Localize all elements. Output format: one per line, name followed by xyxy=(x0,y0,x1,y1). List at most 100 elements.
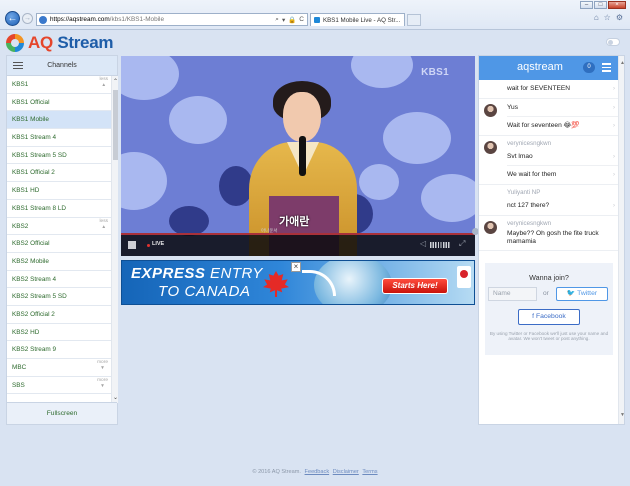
site-identity-icon xyxy=(39,15,47,24)
channel-item[interactable]: KBS2 Stream 4 xyxy=(7,271,111,289)
live-dot-icon xyxy=(147,244,150,247)
browser-tab[interactable]: KBS1 Mobile Live - AQ Str... × xyxy=(310,13,405,26)
ad-close-icon[interactable]: × xyxy=(291,262,301,272)
dropdown-icon[interactable]: ▾ xyxy=(282,16,285,24)
channel-item[interactable]: KBS1 Official 2 xyxy=(7,164,111,183)
chat-message: verynicesngkwn Maybe?? Oh gosh the fite t… xyxy=(479,216,618,251)
copyright: © 2016 AQ Stream. xyxy=(252,469,301,475)
channels-header: Channels xyxy=(7,56,117,76)
ad-headline-rest: ENTRY xyxy=(205,265,263,282)
chevron-right-icon[interactable]: › xyxy=(613,148,615,165)
channel-label: KBS2 Mobile xyxy=(12,257,49,265)
footer-link-terms[interactable]: Terms xyxy=(362,469,377,475)
facebook-login-button[interactable]: f Facebook xyxy=(518,309,580,325)
scroll-down-icon[interactable]: ⌄ xyxy=(112,394,119,401)
chat-message-text: Maybe?? Oh gosh the fite truck mamamia xyxy=(507,230,599,245)
channel-item[interactable]: KBS1 Mobile xyxy=(7,111,111,130)
scroll-up-icon[interactable]: ⌃ xyxy=(112,78,119,85)
channel-group[interactable]: MBC more ▼ xyxy=(7,359,111,377)
chat-username[interactable]: verynicesngkwn xyxy=(507,216,618,228)
presenter-face xyxy=(283,92,321,142)
video-player[interactable]: KBS1 가애란 아나운서 LIVE ◁ ⤢ xyxy=(121,56,475,256)
scroll-thumb[interactable] xyxy=(113,90,118,160)
channel-item[interactable]: KBS2 Stream 5 SD xyxy=(7,288,111,306)
channel-list-scrollbar[interactable]: ⌃ ⌄ xyxy=(111,76,118,403)
channel-group[interactable]: SBS more ▼ xyxy=(7,376,111,395)
group-toggle-arrow-icon: ▼ xyxy=(100,366,105,371)
avatar[interactable] xyxy=(484,141,497,154)
refresh-icon[interactable]: C xyxy=(299,16,304,24)
address-bar[interactable]: https://aqstream.com/kbs1/KBS1-Mobile ⌕ … xyxy=(36,13,308,26)
back-button[interactable]: ← xyxy=(5,11,20,26)
home-icon[interactable]: ⌂ xyxy=(594,13,599,22)
light-toggle[interactable] xyxy=(606,38,620,46)
minimize-button[interactable]: – xyxy=(580,1,593,9)
chevron-right-icon[interactable]: › xyxy=(613,166,615,184)
channel-label: KBS1 Official xyxy=(12,98,50,106)
chat-line-text: Wait for seventeen 😂💯 xyxy=(507,122,580,129)
join-title: Wanna join? xyxy=(529,273,569,282)
volume-slider[interactable] xyxy=(430,242,450,248)
channel-item[interactable]: KBS2 Mobile xyxy=(7,253,111,271)
channel-item[interactable]: KBS1 Stream 8 LD xyxy=(7,200,111,218)
ad-cta-button[interactable]: Starts Here! xyxy=(382,278,448,294)
channel-item[interactable]: KBS2 Stream 9 xyxy=(7,341,111,359)
channel-group[interactable]: KBS2 less ▲ xyxy=(7,217,111,236)
menu-icon[interactable] xyxy=(13,62,23,69)
group-toggle[interactable]: less ▲ xyxy=(99,219,108,231)
group-toggle[interactable]: less ▲ xyxy=(99,77,108,89)
channel-item[interactable]: KBS1 HD xyxy=(7,182,111,200)
chat-scrollbar[interactable]: ▲ ▼ xyxy=(618,56,624,424)
address-url: https://aqstream.com/kbs1/KBS1-Mobile xyxy=(50,16,164,23)
channel-item[interactable]: KBS1 Stream 5 SD xyxy=(7,147,111,165)
search-icon[interactable]: ⌕ xyxy=(275,16,279,24)
tab-title: KBS1 Mobile Live - AQ Str... xyxy=(323,16,401,24)
fullscreen-icon[interactable]: ⤢ xyxy=(459,239,465,249)
footer-link-feedback[interactable]: Feedback xyxy=(305,469,330,475)
channel-group[interactable]: KBS1 less ▲ xyxy=(7,76,111,94)
channel-item[interactable]: KBS2 Official xyxy=(7,235,111,253)
tab-close-icon[interactable]: × xyxy=(400,17,404,24)
channel-item[interactable]: KBS2 Official 2 xyxy=(7,306,111,324)
chat-username[interactable]: verynicesngkwn xyxy=(507,136,618,148)
new-tab-button[interactable] xyxy=(407,14,421,26)
twitter-login-button[interactable]: 🐦 Twitter xyxy=(556,287,608,301)
lock-icon[interactable]: 🔒 xyxy=(288,16,296,24)
stop-icon[interactable] xyxy=(128,241,136,249)
microphone xyxy=(299,136,306,176)
chat-menu-icon[interactable] xyxy=(602,63,611,72)
logo-aq: AQ xyxy=(28,33,53,52)
chat-scroll-down-icon[interactable]: ▼ xyxy=(619,412,624,418)
chevron-right-icon[interactable]: › xyxy=(613,197,615,215)
forward-button[interactable]: → xyxy=(22,13,33,24)
chat-username[interactable]: Yuliyanti NP xyxy=(507,185,618,197)
chat-line-text: Yus xyxy=(507,104,518,111)
logo-stream: Stream xyxy=(57,33,114,52)
channels-title: Channels xyxy=(47,62,77,69)
chevron-right-icon[interactable]: › xyxy=(613,80,615,98)
avatar[interactable] xyxy=(484,221,497,234)
site-logo[interactable]: AQ Stream xyxy=(6,33,113,53)
channel-item[interactable]: KBS1 Stream 4 xyxy=(7,129,111,147)
channel-item[interactable]: KBS2 HD xyxy=(7,324,111,342)
group-toggle[interactable]: more ▼ xyxy=(97,378,108,390)
favorites-star-icon[interactable]: ☆ xyxy=(604,13,611,22)
channel-item[interactable]: KBS1 Official xyxy=(7,94,111,112)
chat-message: verynicesngkwn Svt lmao › We wait for them › xyxy=(479,136,618,185)
fullscreen-button[interactable]: Fullscreen xyxy=(7,402,117,424)
channel-label: KBS2 Official 2 xyxy=(12,310,55,318)
maximize-button[interactable]: □ xyxy=(594,1,607,9)
volume-icon[interactable]: ◁ xyxy=(420,239,426,248)
avatar[interactable] xyxy=(484,104,497,117)
chat-scroll-up-icon[interactable]: ▲ xyxy=(619,60,624,66)
site-footer: © 2016 AQ Stream. Feedback Disclaimer Te… xyxy=(0,469,630,475)
name-input[interactable]: Name xyxy=(488,287,537,301)
settings-gear-icon[interactable]: ⚙ xyxy=(616,13,623,22)
chat-message: Yus › Wait for seventeen 😂💯 › xyxy=(479,99,618,136)
chevron-right-icon[interactable]: › xyxy=(613,99,615,116)
footer-link-disclaimer[interactable]: Disclaimer xyxy=(333,469,359,475)
group-toggle[interactable]: more ▼ xyxy=(97,360,108,372)
chevron-right-icon[interactable]: › xyxy=(613,117,615,135)
close-window-button[interactable]: × xyxy=(608,1,626,9)
chat-message-text: We wait for them › xyxy=(507,166,618,184)
